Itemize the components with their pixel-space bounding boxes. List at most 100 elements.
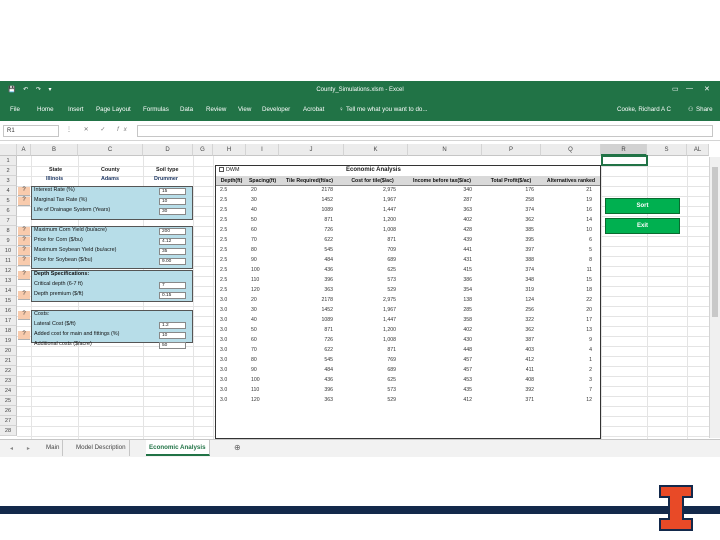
help-marker[interactable]: ? (18, 291, 30, 300)
results-cell[interactable]: 3.0 (220, 327, 227, 333)
row-header[interactable]: 28 (0, 426, 17, 436)
results-cell[interactable]: 625 (341, 377, 396, 383)
results-cell[interactable]: 358 (404, 317, 472, 323)
results-cell[interactable]: 258 (480, 197, 534, 203)
results-cell[interactable]: 322 (480, 317, 534, 323)
results-cell[interactable]: 439 (404, 237, 472, 243)
results-cell[interactable]: 40 (251, 207, 257, 213)
sheet-tab-economic-analysis[interactable]: Economic Analysis (146, 440, 210, 456)
results-cell[interactable]: 20 (251, 297, 257, 303)
results-cell[interactable]: 484 (278, 367, 333, 373)
results-cell[interactable]: 3.0 (220, 377, 227, 383)
results-cell[interactable]: 110 (251, 277, 259, 283)
results-cell[interactable]: 726 (278, 227, 333, 233)
row-header[interactable]: 14 (0, 286, 17, 296)
results-cell[interactable]: 3.0 (220, 347, 227, 353)
results-cell[interactable]: 622 (278, 347, 333, 353)
results-cell[interactable]: 709 (341, 247, 396, 253)
results-cell[interactable]: 396 (278, 387, 333, 393)
results-cell[interactable]: 453 (404, 377, 472, 383)
results-cell[interactable]: 20 (251, 187, 257, 193)
lateral-cost-input[interactable]: 1.2 (159, 322, 186, 329)
worksheet-grid[interactable]: A B C D G H I J K N P Q R S AL 123456789… (0, 144, 720, 439)
results-cell[interactable]: 726 (278, 337, 333, 343)
results-cell[interactable]: 441 (404, 247, 472, 253)
function-icon[interactable]: fx (117, 127, 132, 133)
results-cell[interactable]: 100 (251, 377, 260, 383)
row-header[interactable]: 17 (0, 316, 17, 326)
results-cell[interactable]: 1,008 (341, 227, 396, 233)
results-cell[interactable]: 2.5 (220, 227, 227, 233)
help-marker[interactable]: ? (18, 271, 30, 280)
results-cell[interactable]: 100 (251, 267, 260, 273)
results-cell[interactable]: 2178 (278, 187, 333, 193)
results-cell[interactable]: 428 (404, 227, 472, 233)
restore-icon[interactable]: ▭ (672, 85, 679, 93)
state-value[interactable]: Illinois (46, 176, 63, 182)
results-cell[interactable]: 2.5 (220, 277, 227, 283)
results-cell[interactable]: 1089 (278, 317, 333, 323)
results-cell[interactable]: 90 (251, 257, 257, 263)
row-header[interactable]: 27 (0, 416, 17, 426)
results-cell[interactable]: 412 (404, 397, 472, 403)
results-cell[interactable]: 1452 (278, 197, 333, 203)
help-marker[interactable]: ? (18, 187, 30, 196)
tab-insert[interactable]: Insert (68, 106, 83, 113)
results-cell[interactable]: 689 (341, 367, 396, 373)
results-cell[interactable]: 769 (341, 357, 396, 363)
help-marker[interactable]: ? (18, 227, 30, 236)
name-box[interactable]: R1 (3, 125, 59, 137)
results-cell[interactable]: 412 (480, 357, 534, 363)
results-cell[interactable]: 21 (542, 187, 592, 193)
column-header[interactable]: Q (541, 144, 601, 156)
results-cell[interactable]: 14 (542, 217, 592, 223)
results-cell[interactable]: 374 (480, 207, 534, 213)
results-cell[interactable]: 2.5 (220, 257, 227, 263)
marginal-tax-input[interactable]: 10 (159, 198, 186, 205)
results-cell[interactable]: 436 (278, 377, 333, 383)
results-cell[interactable]: 395 (480, 237, 534, 243)
results-cell[interactable]: 1 (542, 357, 592, 363)
results-cell[interactable]: 13 (542, 327, 592, 333)
results-cell[interactable]: 11 (542, 267, 592, 273)
results-cell[interactable]: 386 (404, 277, 472, 283)
results-cell[interactable]: 2.5 (220, 217, 227, 223)
help-marker[interactable]: ? (18, 331, 30, 340)
results-cell[interactable]: 16 (542, 207, 592, 213)
column-header[interactable]: G (193, 144, 213, 156)
selected-cell[interactable] (601, 155, 648, 166)
results-cell[interactable]: 3.0 (220, 297, 227, 303)
interest-rate-input[interactable]: 15 (159, 188, 186, 195)
results-cell[interactable]: 689 (341, 257, 396, 263)
results-cell[interactable]: 70 (251, 237, 257, 243)
column-header[interactable]: J (279, 144, 344, 156)
results-cell[interactable]: 22 (542, 297, 592, 303)
soybean-price-input[interactable]: 9.00 (159, 258, 186, 265)
tab-review[interactable]: Review (206, 106, 226, 113)
results-cell[interactable]: 80 (251, 247, 257, 253)
results-cell[interactable]: 8 (542, 257, 592, 263)
results-cell[interactable]: 388 (480, 257, 534, 263)
results-cell[interactable]: 362 (480, 217, 534, 223)
row-header[interactable]: 21 (0, 356, 17, 366)
tab-home[interactable]: Home (37, 106, 54, 113)
sheet-area[interactable]: State Illinois County Adams Soil type Dr… (17, 155, 720, 439)
results-cell[interactable]: 362 (480, 327, 534, 333)
row-header[interactable]: 24 (0, 386, 17, 396)
results-cell[interactable]: 2.5 (220, 197, 227, 203)
column-header[interactable]: I (246, 144, 279, 156)
results-cell[interactable]: 3.0 (220, 387, 227, 393)
results-cell[interactable]: 2,975 (341, 187, 396, 193)
column-header[interactable]: N (408, 144, 482, 156)
row-header[interactable]: 2 (0, 166, 17, 176)
results-cell[interactable]: 6 (542, 237, 592, 243)
results-cell[interactable]: 431 (404, 257, 472, 263)
column-header[interactable]: C (78, 144, 143, 156)
results-cell[interactable]: 622 (278, 237, 333, 243)
results-cell[interactable]: 374 (480, 267, 534, 273)
results-cell[interactable]: 1,967 (341, 197, 396, 203)
sheet-nav-arrows[interactable]: ◂ ▸ (10, 445, 36, 452)
row-header[interactable]: 1 (0, 156, 17, 166)
row-header[interactable]: 19 (0, 336, 17, 346)
results-cell[interactable]: 2,975 (341, 297, 396, 303)
